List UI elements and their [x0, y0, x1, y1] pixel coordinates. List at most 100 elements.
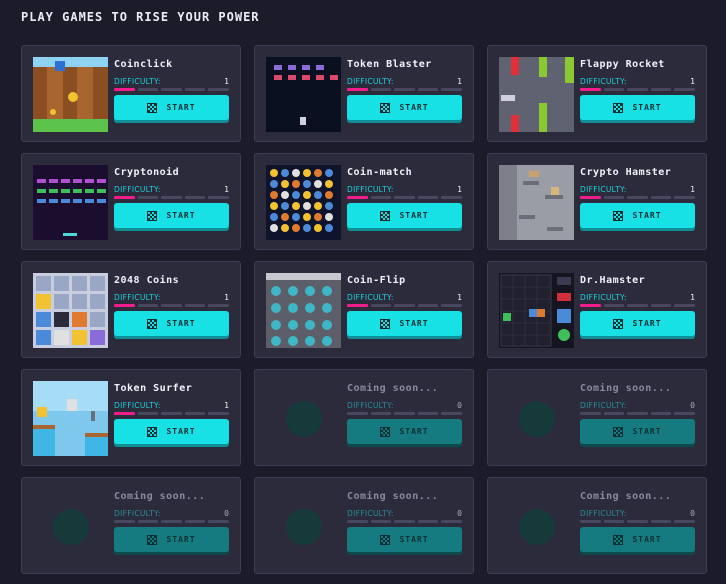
page-heading: Play games to rise your power: [21, 10, 260, 24]
start-button[interactable]: START: [580, 419, 695, 444]
difficulty-segment: [441, 412, 462, 415]
difficulty-segment: [441, 196, 462, 199]
start-button[interactable]: START: [114, 311, 229, 336]
difficulty-label: DIFFICULTY:: [114, 185, 161, 194]
start-button[interactable]: START: [347, 419, 462, 444]
difficulty-bar: [580, 88, 695, 91]
difficulty-label: DIFFICULTY:: [347, 77, 394, 86]
game-thumbnail-flappy-rocket[interactable]: [499, 57, 574, 132]
start-button[interactable]: START: [580, 311, 695, 336]
start-button[interactable]: START: [114, 95, 229, 120]
game-card-coming-soon: Coming soon... DIFFICULTY: 0 START: [487, 477, 707, 574]
difficulty-segment: [441, 88, 462, 91]
game-card-coming-soon: Coming soon... DIFFICULTY: 0 START: [487, 369, 707, 466]
game-card-coinclick: Coinclick DIFFICULTY: 1 START: [21, 45, 241, 142]
difficulty-bar: [580, 412, 695, 415]
placeholder-thumbnail: [499, 381, 574, 456]
difficulty-segment: [161, 88, 182, 91]
game-title: Token Blaster: [347, 59, 432, 70]
start-label: START: [632, 211, 662, 220]
difficulty-segment: [208, 412, 229, 415]
difficulty-label: DIFFICULTY:: [580, 185, 627, 194]
difficulty-label: DIFFICULTY:: [347, 185, 394, 194]
difficulty-segment: [370, 304, 392, 307]
difficulty-segment: [580, 412, 601, 415]
start-label: START: [632, 535, 662, 544]
difficulty-segment: [674, 304, 695, 307]
start-label: START: [632, 319, 662, 328]
difficulty-label: DIFFICULTY:: [347, 401, 394, 410]
difficulty-bar: [580, 196, 695, 199]
start-button[interactable]: START: [347, 203, 462, 228]
start-button[interactable]: START: [580, 95, 695, 120]
difficulty-bar: [347, 304, 462, 307]
difficulty-segment: [208, 88, 229, 91]
difficulty-segment: [417, 412, 439, 415]
start-button[interactable]: START: [114, 527, 229, 552]
difficulty-segment: [603, 304, 625, 307]
game-title: Coming soon...: [580, 383, 672, 394]
difficulty-segment: [370, 520, 392, 523]
game-thumbnail-coin-flip[interactable]: [266, 273, 341, 348]
difficulty-segment: [114, 520, 135, 523]
checkered-flag-icon: [147, 534, 158, 545]
difficulty-label: DIFFICULTY:: [114, 509, 161, 518]
placeholder-thumbnail: [266, 489, 341, 564]
start-button[interactable]: START: [114, 203, 229, 228]
difficulty-segment: [627, 412, 648, 415]
start-button[interactable]: START: [347, 95, 462, 120]
game-thumbnail-2048-coins[interactable]: [33, 273, 108, 348]
game-card-cryptonoid: Cryptonoid DIFFICULTY: 1 START: [21, 153, 241, 250]
start-label: START: [166, 211, 196, 220]
game-thumbnail-token-blaster[interactable]: [266, 57, 341, 132]
difficulty-bar: [114, 412, 229, 415]
difficulty-segment: [603, 520, 625, 523]
difficulty-value: 0: [690, 509, 695, 518]
difficulty-bar: [114, 88, 229, 91]
start-button[interactable]: START: [347, 311, 462, 336]
difficulty-value: 0: [457, 401, 462, 410]
checkered-flag-icon: [613, 318, 624, 329]
difficulty-segment: [184, 196, 206, 199]
difficulty-label: DIFFICULTY:: [580, 509, 627, 518]
placeholder-circle-icon: [518, 508, 555, 545]
difficulty-bar: [347, 520, 462, 523]
difficulty-segment: [347, 196, 368, 199]
checkered-flag-icon: [380, 318, 391, 329]
game-card-token-blaster: Token Blaster DIFFICULTY: 1 START: [254, 45, 474, 142]
game-card-coin-match: Coin-match DIFFICULTY: 1 START: [254, 153, 474, 250]
checkered-flag-icon: [147, 426, 158, 437]
start-label: START: [632, 103, 662, 112]
difficulty-segment: [370, 196, 392, 199]
checkered-flag-icon: [380, 102, 391, 113]
difficulty-value: 1: [224, 185, 229, 194]
difficulty-segment: [137, 88, 159, 91]
game-title: Coming soon...: [347, 383, 439, 394]
game-thumbnail-coinclick[interactable]: [33, 57, 108, 132]
difficulty-segment: [394, 304, 415, 307]
placeholder-thumbnail: [33, 489, 108, 564]
difficulty-label: DIFFICULTY:: [580, 293, 627, 302]
game-thumbnail-coin-match[interactable]: [266, 165, 341, 240]
difficulty-segment: [347, 520, 368, 523]
difficulty-segment: [580, 196, 601, 199]
start-button[interactable]: START: [580, 527, 695, 552]
start-button[interactable]: START: [114, 419, 229, 444]
game-thumbnail-dr-hamster[interactable]: [499, 273, 574, 348]
start-button[interactable]: START: [580, 203, 695, 228]
checkered-flag-icon: [147, 210, 158, 221]
difficulty-segment: [137, 304, 159, 307]
difficulty-bar: [580, 304, 695, 307]
game-card-2048-coins: 2048 Coins DIFFICULTY: 1 START: [21, 261, 241, 358]
checkered-flag-icon: [613, 534, 624, 545]
start-label: START: [399, 211, 429, 220]
game-thumbnail-cryptonoid[interactable]: [33, 165, 108, 240]
start-button[interactable]: START: [347, 527, 462, 552]
difficulty-segment: [184, 412, 206, 415]
game-title: Dr.Hamster: [580, 275, 646, 286]
game-title: Cryptonoid: [114, 167, 180, 178]
game-card-coin-flip: Coin-Flip DIFFICULTY: 1 START: [254, 261, 474, 358]
game-thumbnail-token-surfer[interactable]: [33, 381, 108, 456]
checkered-flag-icon: [380, 534, 391, 545]
game-thumbnail-crypto-hamster[interactable]: [499, 165, 574, 240]
